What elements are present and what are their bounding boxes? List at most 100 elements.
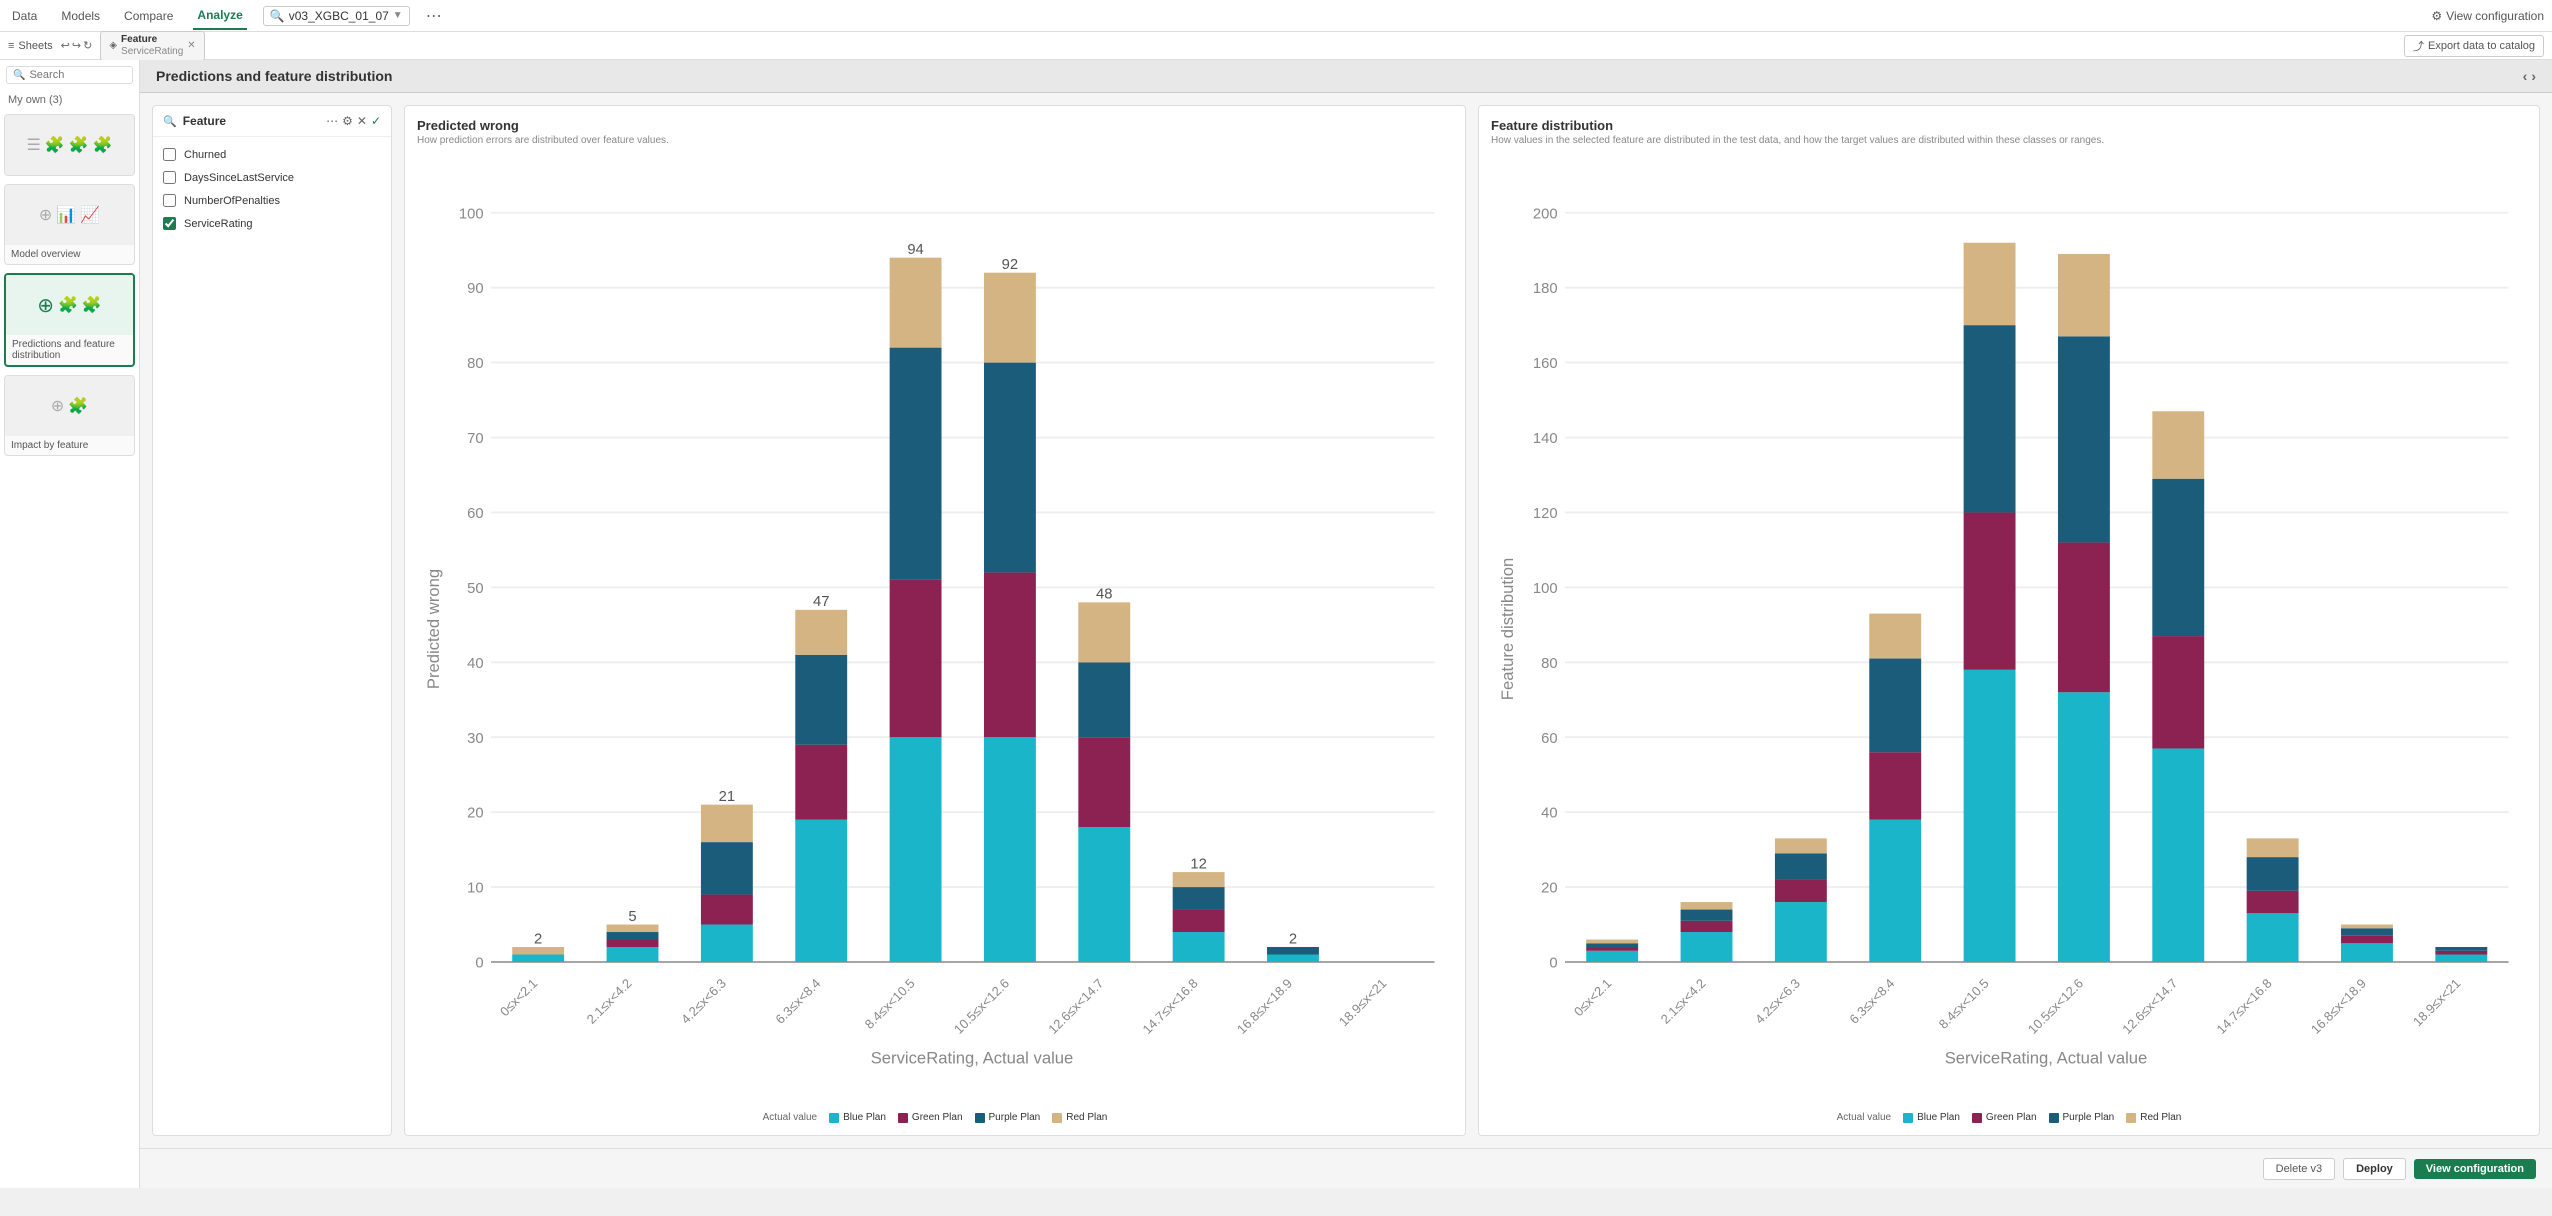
main-layout: 🔍 My own (3) ☰ 🧩 🧩 🧩 ⊕ 📊 📈 Model overvie… [0,60,2552,1188]
sidebar-card-model-overview[interactable]: ⊕ 📊 📈 Model overview [4,184,135,265]
feature-settings-button[interactable]: ⚙ [342,114,353,128]
thumb-pred-icon2: 🧩 [58,295,78,315]
back-icon[interactable]: ↩ [61,39,70,52]
sidebar-search-input[interactable] [29,69,126,81]
card-thumb-predictions: ⊕ 🧩 🧩 [6,275,133,335]
svg-text:50: 50 [467,581,483,597]
predicted-wrong-legend: Actual value Blue Plan Green Plan Purple… [417,1112,1453,1123]
charts-row: 🔍 Feature ⋯ ⚙ ✕ ✓ Churned [140,93,2552,1148]
nav-analyze[interactable]: Analyze [193,2,246,30]
nav-more-button[interactable]: ⋯ [426,6,442,26]
svg-text:20: 20 [467,806,483,822]
days-checkbox[interactable] [163,171,176,184]
sidebar-card-predictions[interactable]: ⊕ 🧩 🧩 Predictions and feature distributi… [4,273,135,367]
top-nav: Data Models Compare Analyze 🔍 v03_XGBC_0… [0,0,2552,32]
nav-dropdown-icon[interactable]: ▼ [393,10,403,21]
legend-purple-label: Purple Plan [989,1112,1041,1123]
churned-label: Churned [184,149,226,161]
feature-distribution-chart: Feature distribution 0204060801001201401… [1491,154,2527,1104]
thumb-imp-icon: ⊕ [51,396,64,416]
thumb-pred-icon3: 🧩 [82,295,102,315]
legend-red-label-right: Red Plan [2140,1112,2181,1123]
export-icon: ⤴ [2413,38,2424,54]
second-bar: ≡ Sheets ↩ ↪ ↻ ◈ Feature ServiceRating ✕… [0,32,2552,60]
nav-search-box[interactable]: 🔍 v03_XGBC_01_07 ▼ [263,6,410,26]
card-thumb-model: ⊕ 📊 📈 [5,185,134,245]
export-button[interactable]: ⤴ Export data to catalog [2404,35,2544,57]
page-header-nav: ‹ › [2523,68,2536,84]
feature-close-button[interactable]: ✕ [357,114,367,128]
svg-text:8.4≤x<10.5: 8.4≤x<10.5 [862,976,918,1032]
penalties-checkbox[interactable] [163,194,176,207]
nav-search-value: v03_XGBC_01_07 [289,9,389,23]
svg-text:60: 60 [467,506,483,522]
svg-text:10.5≤x<12.6: 10.5≤x<12.6 [2025,976,2086,1037]
svg-text:2.1≤x<4.2: 2.1≤x<4.2 [584,976,635,1027]
sheets-button[interactable]: Sheets [18,40,52,52]
nav-data[interactable]: Data [8,3,41,29]
feature-item-service-rating[interactable]: ServiceRating [153,212,391,235]
legend-green-label-right: Green Plan [1986,1112,2037,1123]
churned-checkbox[interactable] [163,148,176,161]
days-label: DaysSinceLastService [184,172,294,184]
svg-text:94: 94 [907,242,923,258]
svg-text:10: 10 [467,881,483,897]
svg-text:10.5≤x<12.6: 10.5≤x<12.6 [951,976,1012,1037]
feature-distribution-legend: Actual value Blue Plan Green Plan Purple… [1491,1112,2527,1123]
tab-close-button[interactable]: ✕ [187,40,195,51]
legend-actual-label: Actual value [763,1112,817,1123]
svg-text:12.6≤x<14.7: 12.6≤x<14.7 [2119,976,2180,1037]
svg-text:21: 21 [719,789,735,805]
search-icon: 🔍 [270,9,285,23]
feature-item-penalties[interactable]: NumberOfPenalties [153,189,391,212]
svg-text:80: 80 [467,356,483,372]
svg-text:40: 40 [467,656,483,672]
view-configuration-bottom-button[interactable]: View configuration [2414,1159,2536,1179]
feature-more-button[interactable]: ⋯ [326,114,338,128]
feature-check-button[interactable]: ✓ [371,114,381,128]
deploy-button[interactable]: Deploy [2343,1158,2406,1180]
legend-red-label: Red Plan [1066,1112,1107,1123]
feature-panel-header: 🔍 Feature ⋯ ⚙ ✕ ✓ [153,106,391,137]
feature-item-churned[interactable]: Churned [153,143,391,166]
svg-text:16.8≤x<18.9: 16.8≤x<18.9 [2308,976,2369,1037]
view-configuration-button[interactable]: ⚙ View configuration [2431,9,2544,23]
svg-text:2.1≤x<4.2: 2.1≤x<4.2 [1658,976,1709,1027]
legend-purple-dot [975,1113,985,1123]
refresh-icon[interactable]: ↻ [83,39,92,52]
tab-icon: ◈ [109,40,117,51]
service-rating-checkbox[interactable] [163,217,176,230]
feature-item-days[interactable]: DaysSinceLastService [153,166,391,189]
tab-label-line2: ServiceRating [121,46,183,58]
predicted-wrong-panel: Predicted wrong How prediction errors ar… [404,105,1466,1136]
predicted-wrong-title: Predicted wrong [417,118,1453,133]
legend-red-dot [1052,1113,1062,1123]
feature-tab[interactable]: ◈ Feature ServiceRating ✕ [100,31,204,61]
legend-red-right: Red Plan [2126,1112,2181,1123]
svg-text:2: 2 [534,931,542,947]
prev-arrow[interactable]: ‹ [2523,68,2528,84]
feature-distribution-title: Feature distribution [1491,118,2527,133]
forward-icon[interactable]: ↪ [72,39,81,52]
sidebar-section-label: My own (3) [0,90,139,110]
svg-text:0: 0 [475,956,483,972]
svg-text:Feature distribution: Feature distribution [1498,558,1517,700]
sidebar-card-impact[interactable]: ⊕ 🧩 Impact by feature [4,375,135,456]
thumb-chart-icon: 📈 [80,205,100,225]
thumb-pred-icon: ⊕ [37,293,54,318]
sidebar-card-1[interactable]: ☰ 🧩 🧩 🧩 [4,114,135,176]
next-arrow[interactable]: › [2531,68,2536,84]
feature-panel-title: Feature [183,114,320,128]
legend-purple-label-right: Purple Plan [2063,1112,2115,1123]
nav-models[interactable]: Models [57,3,104,29]
feature-list: Churned DaysSinceLastService NumberOfPen… [153,137,391,1135]
sidebar-search-icon: 🔍 [13,70,25,81]
delete-button[interactable]: Delete v3 [2263,1158,2335,1180]
tab-label-line1: Feature [121,34,183,46]
feature-panel: 🔍 Feature ⋯ ⚙ ✕ ✓ Churned [152,105,392,1136]
svg-text:48: 48 [1096,587,1112,603]
sidebar-search[interactable]: 🔍 [6,66,133,84]
svg-text:180: 180 [1533,281,1558,297]
svg-text:16.8≤x<18.9: 16.8≤x<18.9 [1234,976,1295,1037]
nav-compare[interactable]: Compare [120,3,177,29]
